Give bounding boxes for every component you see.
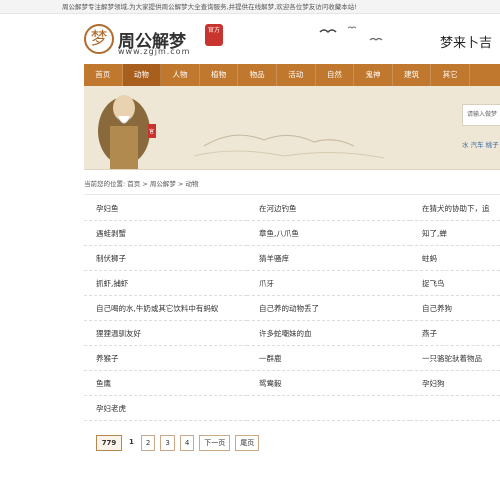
total-count: 779 — [96, 435, 122, 451]
breadcrumb-separator: > — [177, 180, 184, 188]
nav-item[interactable]: 动物 — [122, 64, 162, 86]
dream-link[interactable]: 抓虾,捕虾 — [84, 271, 247, 296]
site-slogan: 梦来卜吉 — [440, 36, 493, 51]
list-row: 遇蛙剥蟹 章鱼,八爪鱼 知了,蝉 — [84, 221, 500, 246]
dream-link[interactable]: 蛀蚂 — [410, 246, 500, 271]
hot-search-words[interactable]: 水 汽车 桃子 — [462, 139, 499, 149]
list-row: 鱼鹰 鸳鸯毅 孕妇狗 — [84, 371, 500, 396]
dream-link[interactable]: 制伏狮子 — [84, 246, 247, 271]
dream-link[interactable]: 自己养的动物丢了 — [247, 296, 410, 321]
svg-text:官: 官 — [149, 128, 154, 135]
nav-item[interactable]: 植物 — [200, 64, 239, 86]
page-link[interactable]: 3 — [160, 435, 175, 451]
nav-item[interactable]: 首页 — [84, 64, 123, 86]
dream-link[interactable]: 在河边钓鱼 — [247, 196, 410, 221]
list-row: 孕妇鱼 在河边钓鱼 在猜犬的协助下，追 — [84, 196, 500, 221]
breadcrumb-home[interactable]: 首页 — [127, 180, 140, 188]
dream-link[interactable]: 孕妇老虎 — [84, 396, 247, 421]
dream-link[interactable]: 自己喝的水,牛奶或其它饮料中有蚂蚁 — [84, 296, 247, 321]
dream-link[interactable]: 许多蛇嘲妹的血 — [247, 321, 410, 346]
hero-banner: 官 请输入做梦 水 汽车 桃子 — [84, 86, 500, 170]
dream-link[interactable]: 在猜犬的协助下，追 — [410, 196, 500, 221]
nav-item[interactable]: 物品 — [238, 64, 277, 86]
breadcrumb-current[interactable]: 动物 — [186, 180, 199, 188]
breadcrumb-separator: > — [142, 180, 148, 188]
dream-link[interactable]: 孕妇鱼 — [84, 196, 247, 221]
nav-item[interactable]: 人物 — [161, 64, 200, 86]
next-page-button[interactable]: 下一页 — [199, 435, 231, 451]
dream-link — [247, 396, 410, 421]
dream-link[interactable]: 知了,蝉 — [410, 221, 500, 246]
pagination: 779 1 2 3 4 下一页 尾页 — [96, 435, 260, 453]
logo-seal: 官方 — [205, 24, 223, 46]
dream-link[interactable]: 猜羊骚痒 — [247, 246, 410, 271]
dream-link[interactable]: 遇蛙剥蟹 — [84, 221, 247, 246]
dream-link[interactable]: 狸狸温驯友好 — [84, 321, 247, 346]
dream-link[interactable]: 鸳鸯毅 — [247, 371, 410, 396]
last-page-button[interactable]: 尾页 — [235, 435, 260, 451]
flying-birds-decoration — [319, 26, 383, 41]
page-link[interactable]: 4 — [179, 435, 195, 451]
breadcrumb-section[interactable]: 周公解梦 — [150, 180, 176, 188]
dream-link[interactable]: 养猴子 — [84, 346, 247, 371]
top-notice-bar: 周公解梦专注解梦领域,为大家提供周公解梦大全查询服务,并提供在线解梦,欢迎各位梦… — [0, 0, 500, 14]
main-nav: 首页 动物 人物 植物 物品 活动 自然 鬼神 建筑 其它 — [84, 64, 500, 86]
dream-link[interactable]: 鱼鹰 — [84, 371, 247, 396]
dream-link[interactable]: 爪牙 — [247, 271, 410, 296]
top-notice-text: 周公解梦专注解梦领域,为大家提供周公解梦大全查询服务,并提供在线解梦,欢迎各位梦… — [62, 3, 357, 11]
nav-item[interactable]: 其它 — [431, 64, 470, 86]
dream-list: 孕妇鱼 在河边钓鱼 在猜犬的协助下，追 遇蛙剥蟹 章鱼,八爪鱼 知了,蝉 制伏狮子 猜羊骚痒蛀… — [84, 194, 500, 430]
nav-item[interactable]: 自然 — [316, 64, 355, 86]
breadcrumb: 当前您的位置: 首页 > 周公解梦 > 动物 — [84, 178, 199, 188]
logo-domain: www.zgjm.com — [118, 47, 191, 56]
dream-link[interactable]: 孕妇狗 — [410, 371, 500, 396]
list-row: 孕妇老虎 — [84, 396, 500, 421]
breadcrumb-prefix: 当前您的位置: — [84, 180, 126, 188]
logo-badge[interactable]: 梦 — [84, 24, 114, 54]
dream-search-input[interactable]: 请输入做梦 — [462, 104, 500, 126]
dream-link[interactable]: 一只骆驼驮着物品 — [410, 346, 500, 371]
sage-portrait-illustration: 官 — [84, 86, 500, 169]
list-row: 狸狸温驯友好 许多蛇嘲妹的血 燕子 — [84, 321, 500, 346]
dream-link[interactable]: 自己养狗 — [410, 296, 500, 321]
nav-item[interactable]: 活动 — [277, 64, 316, 86]
dream-link[interactable]: 章鱼,八爪鱼 — [247, 221, 410, 246]
list-row: 自己喝的水,牛奶或其它饮料中有蚂蚁 自己养的动物丢了 自己养狗 — [84, 296, 500, 321]
dream-link — [410, 396, 500, 421]
nav-item[interactable]: 鬼神 — [354, 64, 393, 86]
dream-link[interactable]: 燕子 — [410, 321, 500, 346]
dream-link[interactable]: 捉飞鸟 — [410, 271, 500, 296]
current-page: 1 — [127, 435, 136, 451]
list-row: 养猴子 一群鹿 一只骆驼驮着物品 — [84, 346, 500, 371]
list-row: 抓虾,捕虾 爪牙 捉飞鸟 — [84, 271, 500, 296]
list-row: 制伏狮子 猜羊骚痒 蛀蚂 — [84, 246, 500, 271]
nav-item[interactable]: 建筑 — [393, 64, 432, 86]
dream-link[interactable]: 一群鹿 — [247, 346, 410, 371]
page-link[interactable]: 2 — [140, 435, 156, 451]
